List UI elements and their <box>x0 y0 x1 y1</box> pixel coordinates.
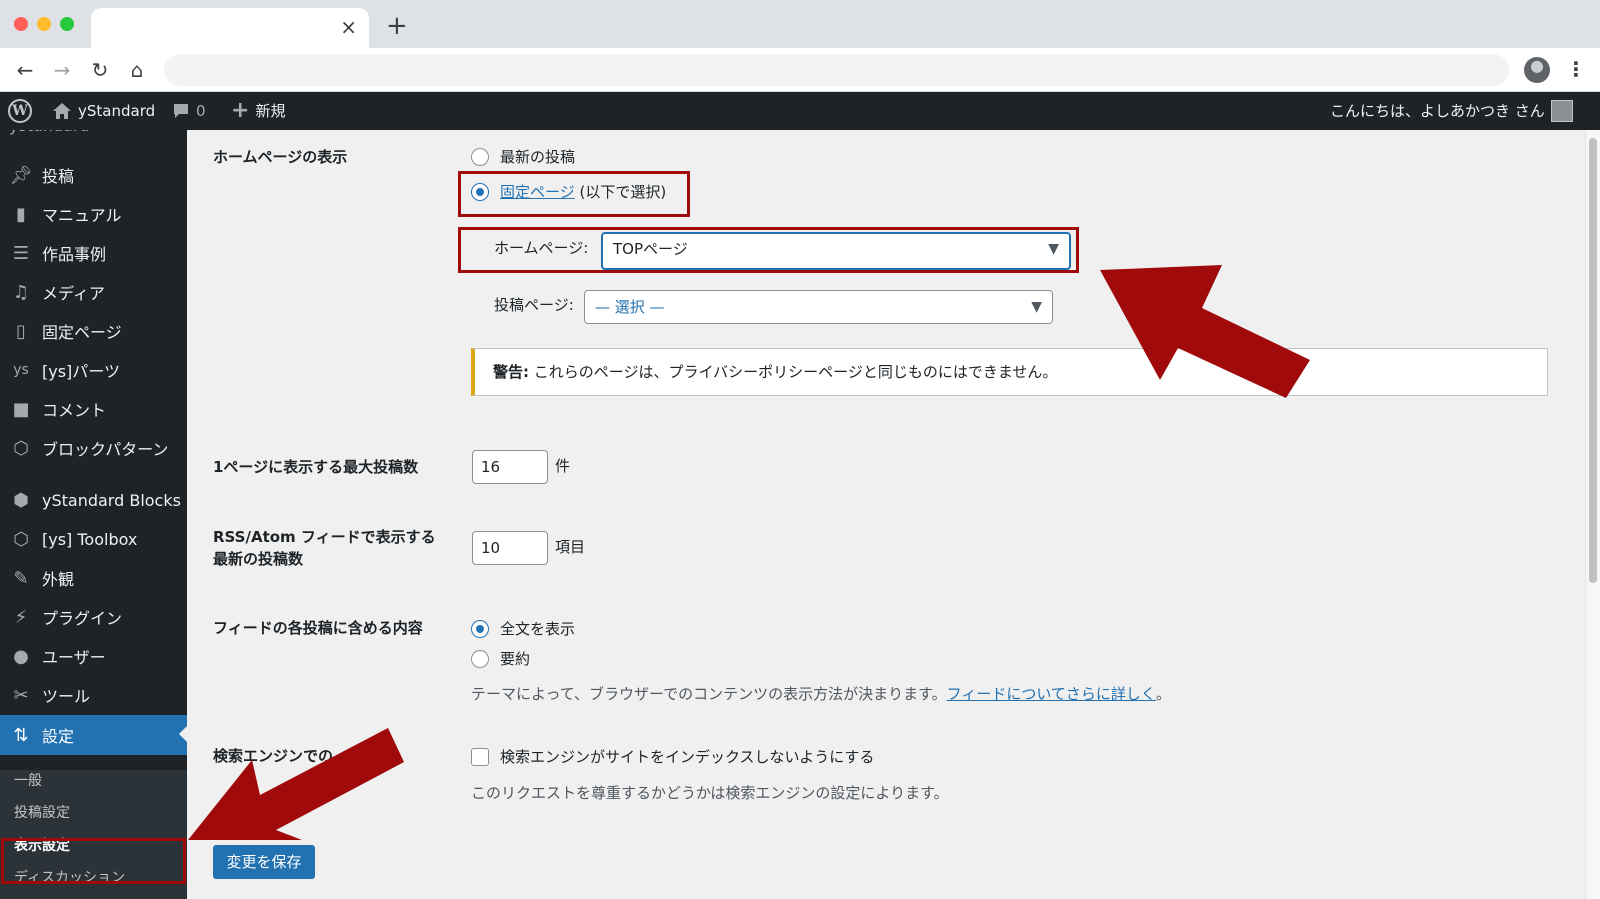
list-icon: ☰ <box>12 242 30 264</box>
wrench-icon: ✂ <box>13 684 29 706</box>
new-tab-icon[interactable]: + <box>386 12 408 40</box>
new-label: 新規 <box>255 102 286 120</box>
latest-posts-label: 最新の投稿 <box>500 148 576 166</box>
sidebar-item-block-patterns[interactable]: ⬡ ブロックパターン <box>0 429 187 467</box>
posts-per-page-label: 1ページに表示する最大投稿数 <box>213 458 419 476</box>
annotation-box-homepage-select <box>458 227 1079 273</box>
feed-content-label: フィードの各投稿に含める内容 <box>213 619 423 637</box>
pin-icon: 📌︎ <box>9 164 33 186</box>
summary-label: 要約 <box>500 650 531 668</box>
greeting-text: こんにちは、よしあかつき さん <box>1330 102 1545 120</box>
rss-count-label: RSS/Atom フィードで表示する 最新の投稿数 <box>213 528 436 568</box>
full-text-label: 全文を表示 <box>500 620 576 638</box>
wp-admin-bar: W yStandard 0 + 新規 こんにちは、よしあかつき さん <box>0 92 1600 130</box>
address-bar[interactable] <box>164 54 1509 86</box>
brush-icon: ✎ <box>13 567 29 589</box>
chevron-down-icon: ▼ <box>1031 299 1042 315</box>
discourage-search-label: 検索エンジンがサイトをインデックスしないようにする <box>500 748 875 766</box>
rss-count-input[interactable]: 10 <box>472 531 548 565</box>
site-name: yStandard <box>78 102 156 120</box>
posts-page-select-label: 投稿ページ: <box>494 296 574 314</box>
search-engine-label: 検索エンジンでの <box>213 747 334 765</box>
posts-page-select[interactable]: — 選択 — ▼ <box>584 290 1053 324</box>
annotation-box-reading-settings <box>1 838 186 884</box>
posts-page-select-value: — 選択 — <box>595 298 665 316</box>
sidebar-item-ystandard-blocks[interactable]: ⬢ yStandard Blocks <box>0 481 187 519</box>
window-zoom-dot[interactable] <box>60 17 74 31</box>
plug-icon: ⚡ <box>14 606 28 628</box>
sidebar-item-comments[interactable]: ■ コメント <box>0 390 187 428</box>
radio-summary[interactable] <box>471 650 489 668</box>
comments-menu[interactable]: 0 <box>172 92 206 130</box>
ys-icon: ys <box>13 362 29 378</box>
sidebar-item-media[interactable]: ♫ メディア <box>0 273 187 311</box>
profile-avatar[interactable] <box>1524 57 1550 83</box>
browser-tab-bar: × + <box>0 0 1600 48</box>
save-changes-button[interactable]: 変更を保存 <box>213 845 315 879</box>
posts-per-page-input[interactable]: 16 <box>472 450 548 484</box>
sidebar-item-plugins[interactable]: ⚡ プラグイン <box>0 598 187 636</box>
sidebar-item-posts[interactable]: 📌︎ 投稿 <box>0 156 187 194</box>
back-icon[interactable]: ← <box>12 57 38 83</box>
scrollbar-thumb[interactable] <box>1589 138 1597 583</box>
sidebar-item-users[interactable]: ● ユーザー <box>0 637 187 675</box>
warning-notice: 警告: これらのページは、プライバシーポリシーページと同じものにはできません。 <box>471 348 1548 396</box>
sidebar-item-ys-parts[interactable]: ys [ys]パーツ <box>0 351 187 389</box>
browser-menu-icon[interactable]: ⋮ <box>1566 56 1586 82</box>
sidebar-item-tools[interactable]: ✂ ツール <box>0 676 187 714</box>
sidebar-item-pages[interactable]: ▯ 固定ページ <box>0 312 187 350</box>
media-icon: ♫ <box>12 281 30 303</box>
warning-label: 警告: <box>493 363 529 381</box>
window-minimize-dot[interactable] <box>37 17 51 31</box>
search-engine-description: このリクエストを尊重するかどうかは検索エンジンの設定によります。 <box>471 784 949 802</box>
house-icon <box>53 103 71 119</box>
sidebar-item-ys-toolbox[interactable]: ⬡ [ys] Toolbox <box>0 520 187 558</box>
feed-description: テーマによって、ブラウザーでのコンテンツの表示方法が決まります。フィードについて… <box>471 685 1171 703</box>
forward-icon[interactable]: → <box>49 57 75 83</box>
my-account-menu[interactable]: こんにちは、よしあかつき さん <box>1330 92 1573 130</box>
window-close-dot[interactable] <box>14 17 28 31</box>
sidebar-item-settings[interactable]: ⇅ 設定 <box>0 715 187 755</box>
posts-per-page-unit: 件 <box>555 457 571 475</box>
submenu-general[interactable]: 一般 <box>14 770 42 790</box>
home-icon[interactable]: ⌂ <box>124 57 150 83</box>
user-icon: ● <box>13 645 29 667</box>
current-indicator <box>179 726 187 742</box>
comment-bubble-icon <box>174 104 188 118</box>
radio-full-text[interactable] <box>471 620 489 638</box>
comment-icon: ■ <box>12 398 30 420</box>
browser-tab[interactable]: × <box>91 8 369 48</box>
book-icon: ▮ <box>16 203 26 225</box>
discourage-search-checkbox[interactable] <box>471 748 489 766</box>
wp-logo-menu[interactable]: W <box>8 92 32 130</box>
cube-icon: ⬢ <box>13 489 29 511</box>
browser-toolbar: ← → ↻ ⌂ ⋮ <box>0 48 1600 92</box>
hexagon-icon: ⬡ <box>13 528 29 550</box>
wordpress-logo-icon: W <box>8 99 32 123</box>
tab-close-icon[interactable]: × <box>340 16 357 38</box>
sidebar-item-works[interactable]: ☰ 作品事例 <box>0 234 187 272</box>
plus-icon: + <box>231 98 250 123</box>
annotation-box-static-page <box>458 171 690 217</box>
sidebar-partial-item[interactable]: ystandard <box>9 130 89 135</box>
warning-text: これらのページは、プライバシーポリシーページと同じものにはできません。 <box>533 363 1058 381</box>
site-name-menu[interactable]: yStandard <box>52 92 155 130</box>
feed-learn-more-link[interactable]: フィードについてさらに詳しく <box>947 685 1156 703</box>
page-icon: ▯ <box>16 320 26 342</box>
submenu-writing[interactable]: 投稿設定 <box>14 802 70 822</box>
admin-sidebar: ystandard 📌︎投稿 ▮マニュアル ☰作品事例 ♫メディア ▯固定ページ… <box>0 130 187 899</box>
sidebar-item-manual[interactable]: ▮ マニュアル <box>0 195 187 233</box>
rss-count-unit: 項目 <box>555 538 586 556</box>
settings-icon: ⇅ <box>13 724 29 746</box>
homepage-display-label: ホームページの表示 <box>213 148 348 166</box>
page-scrollbar[interactable] <box>1585 130 1600 899</box>
sidebar-item-appearance[interactable]: ✎ 外観 <box>0 559 187 597</box>
new-content-menu[interactable]: + 新規 <box>231 92 285 130</box>
hexagon-icon: ⬡ <box>13 437 29 459</box>
reload-icon[interactable]: ↻ <box>87 57 113 83</box>
radio-latest-posts[interactable] <box>471 148 489 166</box>
comments-count: 0 <box>196 102 206 120</box>
user-avatar <box>1550 100 1573 122</box>
